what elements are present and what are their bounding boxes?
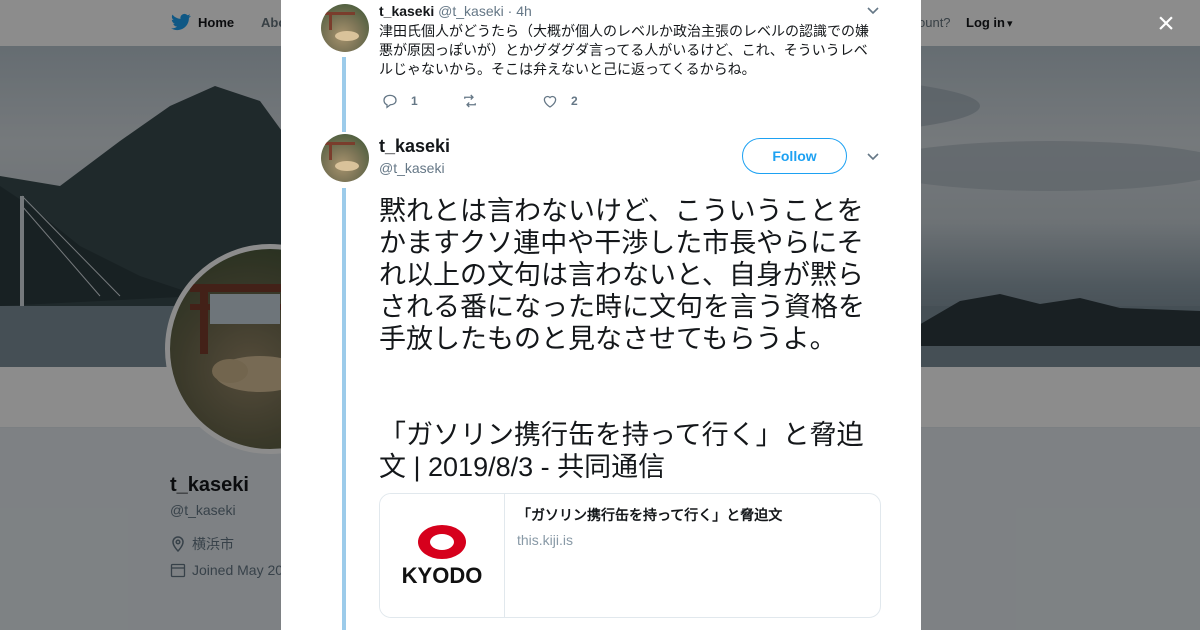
- card-title: 「ガソリン携行缶を持って行く」と脅迫文: [517, 507, 783, 523]
- tweet2-text: 黙れとは言わないけど、こういうことをかますクソ連中や干渉した市長やらにそれ以上の…: [379, 196, 865, 354]
- tweet2-avatar[interactable]: [321, 134, 369, 182]
- tweet1-menu-chevron-icon[interactable]: [866, 3, 880, 17]
- tweet2-handle[interactable]: @t_kaseki: [379, 160, 445, 176]
- link-preview-card[interactable]: KYODO 「ガソリン携行缶を持って行く」と脅迫文 this.kiji.is: [379, 493, 881, 618]
- card-domain: this.kiji.is: [517, 532, 574, 548]
- avatar-photo: [325, 12, 359, 41]
- thread-connector: [342, 57, 346, 132]
- tweet2-name[interactable]: t_kaseki: [379, 136, 450, 157]
- retweet-icon: [464, 94, 476, 108]
- tweet2-link-headline: 「ガソリン携行缶を持って行く」と脅迫文 | 2019/8/3 - 共同通信: [379, 420, 864, 482]
- card-thumbnail: KYODO: [380, 494, 505, 617]
- tweet1-avatar[interactable]: [321, 4, 369, 52]
- tweet-modal: t_kaseki @t_kaseki · 4h 津田氏個人がどうたら（大概が個人…: [281, 0, 921, 630]
- reply-count: 1: [411, 94, 418, 108]
- avatar-photo: [325, 142, 359, 171]
- retweet-button[interactable]: [461, 92, 541, 110]
- tweet1-time[interactable]: · 4h: [508, 3, 532, 19]
- like-count: 2: [571, 94, 578, 108]
- like-button[interactable]: 2: [541, 92, 621, 110]
- reply-button[interactable]: 1: [381, 92, 461, 110]
- follow-button[interactable]: Follow: [742, 138, 847, 174]
- tweet1-text: 津田氏個人がどうたら（大概が個人のレベルか政治主張のレベルの認識での嫌悪が原因っ…: [379, 23, 869, 77]
- card-info: 「ガソリン携行缶を持って行く」と脅迫文 this.kiji.is: [505, 494, 794, 617]
- kyodo-logo-icon: KYODO: [402, 525, 483, 588]
- tweet1-handle[interactable]: @t_kaseki: [438, 3, 504, 19]
- reply-icon: [383, 94, 397, 109]
- close-modal-button[interactable]: ×: [1152, 9, 1180, 39]
- svg-text:KYODO: KYODO: [402, 563, 483, 588]
- heart-icon: [543, 95, 557, 108]
- tweet1-header: t_kaseki @t_kaseki · 4h: [379, 3, 532, 19]
- tweet1-actions: 1 2: [381, 92, 621, 110]
- tweet1-name[interactable]: t_kaseki: [379, 3, 434, 19]
- tweet2-menu-chevron-icon[interactable]: [866, 149, 880, 163]
- thread-connector: [342, 188, 346, 630]
